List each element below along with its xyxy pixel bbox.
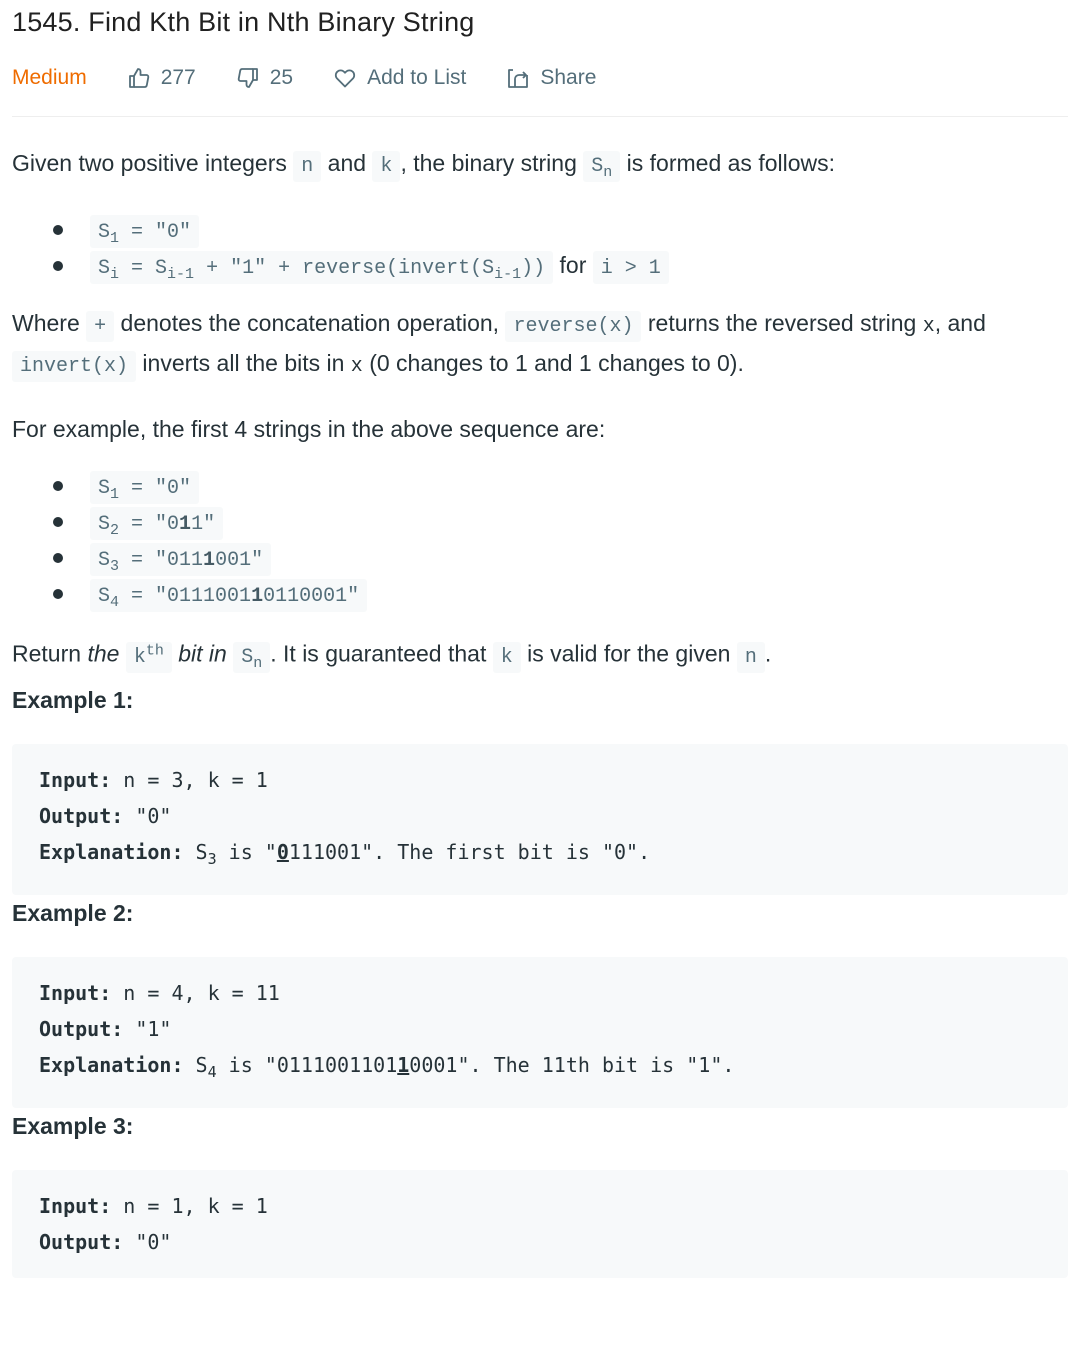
- sequence-item: S3 = "0111001": [48, 539, 1068, 576]
- example-1-block: Input: n = 3, k = 1 Output: "0" Explanat…: [12, 743, 1068, 895]
- rule-condition-code: i > 1: [592, 251, 669, 284]
- return-paragraph: Return the kth bit in Sn. It is guarante…: [12, 640, 772, 673]
- sequence-code: S2 = "011": [90, 507, 224, 540]
- sequence-item: S1 = "0": [48, 467, 1068, 504]
- header-divider: [12, 116, 1068, 117]
- example-3-block: Input: n = 1, k = 1 Output: "0": [12, 1169, 1068, 1278]
- inline-code-invert: invert(x): [12, 351, 137, 382]
- problem-title: 1545. Find Kth Bit in Nth Binary String: [12, 7, 475, 37]
- sequence-list: S1 = "0" S2 = "011" S3 = "0111001" S4 = …: [12, 467, 1068, 612]
- definition-item: S1 = "0": [48, 211, 1068, 248]
- inline-code-kth: kth: [125, 641, 172, 673]
- problem-meta-bar: Medium 277 25 Add to List Share: [12, 54, 1068, 102]
- intro-paragraph: Given two positive integers n and k, the…: [12, 150, 836, 182]
- share-label: Share: [540, 66, 597, 89]
- thumbs-up-icon: [128, 68, 149, 88]
- dislike-button[interactable]: 25: [236, 66, 293, 90]
- rule-si-code: Si = Si-1 + "1" + reverse(invert(Si-1)): [90, 251, 554, 284]
- inline-code-n: n: [293, 151, 322, 182]
- example-intro-paragraph: For example, the first 4 strings in the …: [12, 416, 606, 442]
- heart-icon: [335, 69, 356, 88]
- example-3-heading: Example 3:: [12, 1112, 134, 1139]
- inline-code-sn: Sn: [583, 151, 621, 182]
- inline-code-sn: Sn: [233, 641, 271, 673]
- sequence-code: S4 = "011100110110001": [90, 579, 368, 612]
- problem-page: 1545. Find Kth Bit in Nth Binary String …: [0, 0, 1068, 1278]
- rule-s1-code: S1 = "0": [90, 215, 200, 248]
- example-1-heading: Example 1:: [12, 686, 134, 713]
- definition-list: S1 = "0" Si = Si-1 + "1" + reverse(inver…: [12, 211, 1068, 284]
- inline-code-k: k: [492, 641, 521, 673]
- sequence-item: S4 = "011100110110001": [48, 575, 1068, 612]
- inline-code-plus: +: [86, 311, 115, 342]
- sequence-item: S2 = "011": [48, 503, 1068, 540]
- dislike-count: 25: [269, 66, 294, 89]
- add-to-list-button[interactable]: Add to List: [333, 66, 466, 90]
- example-2-heading: Example 2:: [12, 899, 134, 926]
- share-icon: [508, 69, 529, 88]
- example-2-block: Input: n = 4, k = 11 Output: "1" Explana…: [12, 956, 1068, 1108]
- like-button[interactable]: 277: [127, 66, 196, 90]
- share-button[interactable]: Share: [506, 66, 596, 90]
- add-to-list-label: Add to List: [367, 66, 467, 89]
- sequence-code: S3 = "0111001": [90, 543, 272, 576]
- thumbs-down-icon: [237, 68, 258, 88]
- inline-code-k: k: [372, 151, 401, 182]
- difficulty-badge: Medium: [12, 66, 87, 89]
- problem-description: Given two positive integers n and k, the…: [12, 145, 1068, 1278]
- like-count: 277: [160, 66, 196, 89]
- inline-code-x: x: [922, 315, 935, 338]
- inline-code-n: n: [736, 641, 765, 673]
- inline-code-reverse: reverse(x): [505, 311, 642, 342]
- sequence-code: S1 = "0": [90, 471, 200, 504]
- where-paragraph: Where + denotes the concatenation operat…: [12, 305, 1068, 385]
- inline-code-x: x: [350, 355, 363, 378]
- definition-item: Si = Si-1 + "1" + reverse(invert(Si-1)) …: [48, 247, 1068, 284]
